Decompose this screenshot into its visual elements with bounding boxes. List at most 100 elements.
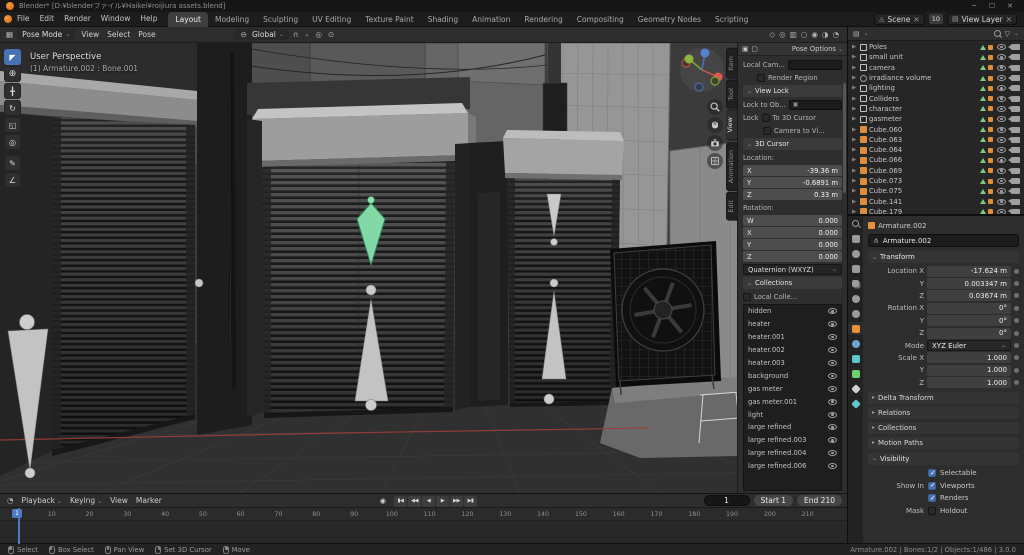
scene-unlink-icon[interactable]: ✕	[913, 15, 919, 24]
hide-in-viewport-eye-icon[interactable]	[997, 116, 1006, 123]
properties-tab[interactable]	[848, 367, 863, 380]
transform-orientation-dropdown[interactable]: ⊖ Global	[233, 29, 289, 40]
maximize-button[interactable]: ☐	[984, 0, 1000, 12]
hide-in-viewport-eye-icon[interactable]	[997, 54, 1006, 61]
filter-icon[interactable]: ▽	[1005, 30, 1010, 38]
outliner-row[interactable]: ▶ Cube.075	[850, 186, 1022, 196]
properties-tab[interactable]	[848, 352, 863, 365]
select-mode-set-icon[interactable]: ▣	[742, 45, 748, 53]
disable-in-renders-camera-icon[interactable]	[1008, 147, 1020, 154]
renders-checkbox[interactable]	[928, 494, 936, 503]
timeline-editor-icon[interactable]: ◔	[5, 496, 16, 505]
collection-row[interactable]: background	[744, 369, 841, 382]
tool-button[interactable]	[4, 155, 21, 171]
shading-material-icon[interactable]: ◑	[822, 30, 829, 39]
outliner-editor-icon[interactable]: ▤	[853, 30, 860, 38]
expand-caret-icon[interactable]: ▶	[852, 106, 858, 112]
collection-visibility-eye-icon[interactable]	[828, 360, 837, 366]
collection-row[interactable]: gas meter.001	[744, 395, 841, 408]
to-3d-cursor-checkbox[interactable]	[761, 113, 770, 122]
expand-caret-icon[interactable]: ▶	[852, 209, 858, 214]
animate-decorator-icon[interactable]	[1014, 268, 1019, 274]
zoom-icon[interactable]	[707, 99, 723, 115]
cursor-rotation-field[interactable]: X 0.000	[743, 227, 842, 238]
hide-in-viewport-eye-icon[interactable]	[997, 44, 1006, 51]
render-region-checkbox[interactable]	[757, 73, 765, 82]
collection-row[interactable]: hidden	[744, 305, 841, 318]
transport-button[interactable]: ◀◀	[408, 495, 421, 507]
animate-decorator-icon[interactable]	[1014, 355, 1019, 361]
outliner-row[interactable]: ▶ small unit	[850, 52, 1022, 62]
hide-in-viewport-eye-icon[interactable]	[997, 157, 1006, 164]
animate-decorator-icon[interactable]	[1014, 293, 1019, 299]
workspace-tab[interactable]: Rendering	[517, 12, 569, 27]
value-field[interactable]: 1.000	[927, 364, 1011, 376]
workspace-tab[interactable]: Layout	[168, 11, 208, 27]
sidebar-tab[interactable]: Edit	[726, 192, 738, 221]
collection-visibility-eye-icon[interactable]	[828, 411, 837, 418]
proportional-falloff-icon[interactable]: ⊙	[326, 30, 336, 39]
disable-in-renders-camera-icon[interactable]	[1008, 105, 1020, 112]
editor-type-icon[interactable]: ▦	[4, 30, 15, 39]
animate-decorator-icon[interactable]	[1014, 305, 1019, 311]
holdout-checkbox[interactable]	[928, 506, 936, 515]
hide-in-viewport-eye-icon[interactable]	[997, 126, 1006, 133]
collection-row[interactable]: large refined.003	[744, 434, 841, 447]
outliner-row[interactable]: ▶ Colliders	[850, 93, 1022, 103]
selectable-checkbox[interactable]	[928, 469, 936, 478]
disable-in-renders-camera-icon[interactable]	[1008, 198, 1020, 205]
collection-row[interactable]: light	[744, 408, 841, 421]
hide-in-viewport-eye-icon[interactable]	[997, 105, 1006, 112]
outliner-row[interactable]: ▶ Poles	[850, 42, 1022, 52]
transport-button[interactable]: ◀	[422, 495, 435, 507]
outliner-row[interactable]: ▶ Cube.179	[850, 207, 1022, 214]
timeline-track-area[interactable]	[0, 521, 847, 542]
properties-tab[interactable]	[848, 247, 863, 260]
transform-panel-header[interactable]: Transform	[868, 251, 1019, 263]
snap-options-caret-icon[interactable]: ⌄	[302, 31, 311, 38]
viewports-checkbox[interactable]	[928, 481, 936, 490]
hide-in-viewport-eye-icon[interactable]	[997, 198, 1006, 205]
expand-caret-icon[interactable]: ▶	[852, 96, 858, 102]
disable-in-renders-camera-icon[interactable]	[1008, 85, 1020, 92]
expand-caret-icon[interactable]: ▶	[852, 85, 858, 91]
expand-caret-icon[interactable]: ▶	[852, 188, 858, 194]
hide-in-viewport-eye-icon[interactable]	[997, 75, 1006, 82]
collection-row[interactable]: heater	[744, 318, 841, 331]
expand-caret-icon[interactable]: ▶	[852, 147, 858, 153]
collection-visibility-eye-icon[interactable]	[828, 321, 837, 328]
collection-row[interactable]: heater.001	[744, 331, 841, 344]
animate-decorator-icon[interactable]	[1014, 318, 1019, 324]
mode-dropdown[interactable]: Pose Mode	[17, 29, 76, 40]
cursor-location-field[interactable]: Z 0.33 m	[743, 189, 842, 200]
collection-visibility-eye-icon[interactable]	[828, 372, 837, 379]
properties-tab[interactable]	[848, 307, 863, 320]
workspace-tab[interactable]: Geometry Nodes	[631, 12, 708, 27]
workspace-tab[interactable]: Texture Paint	[358, 12, 420, 27]
camera-view-icon[interactable]	[707, 135, 723, 151]
snap-magnet-icon[interactable]: ∩	[291, 30, 301, 39]
local-camera-field[interactable]	[787, 59, 842, 70]
view-layer-selector[interactable]: ▤ View Layer ✕	[946, 13, 1017, 25]
timeline-menu-item[interactable]: Playback	[18, 496, 66, 505]
disable-in-renders-camera-icon[interactable]	[1008, 116, 1020, 123]
cursor-location-field[interactable]: X -39.36 m	[743, 165, 842, 176]
timeline-editor[interactable]: ◔ PlaybackKeyingViewMarker ◉▮◀◀◀◀▶▶▶▶▮ 1…	[0, 493, 847, 544]
menubar-item[interactable]: Edit	[35, 12, 60, 26]
outliner-row[interactable]: ▶ Cube.064	[850, 145, 1022, 155]
playhead-frame-badge[interactable]: 1	[12, 509, 23, 518]
local-collections-checkbox[interactable]	[743, 292, 751, 301]
view-layer-users-badge[interactable]: 10	[928, 14, 943, 24]
outliner-row[interactable]: ▶ gasmeter	[850, 114, 1022, 124]
cursor-rotation-field[interactable]: Y 0.000	[743, 239, 842, 250]
search-icon[interactable]	[993, 30, 1001, 37]
lock-to-object-field[interactable]: ▣	[788, 99, 842, 110]
viewport-menu-item[interactable]: Pose	[134, 30, 159, 39]
properties-tab[interactable]	[848, 262, 863, 275]
value-field[interactable]: 0.03674 m	[927, 290, 1011, 302]
visibility-panel-header[interactable]: Visibility	[868, 452, 1019, 465]
workspace-tab[interactable]: UV Editing	[305, 12, 358, 27]
properties-tab[interactable]	[848, 382, 863, 395]
disable-in-renders-camera-icon[interactable]	[1008, 167, 1020, 174]
disable-in-renders-camera-icon[interactable]	[1008, 64, 1020, 71]
